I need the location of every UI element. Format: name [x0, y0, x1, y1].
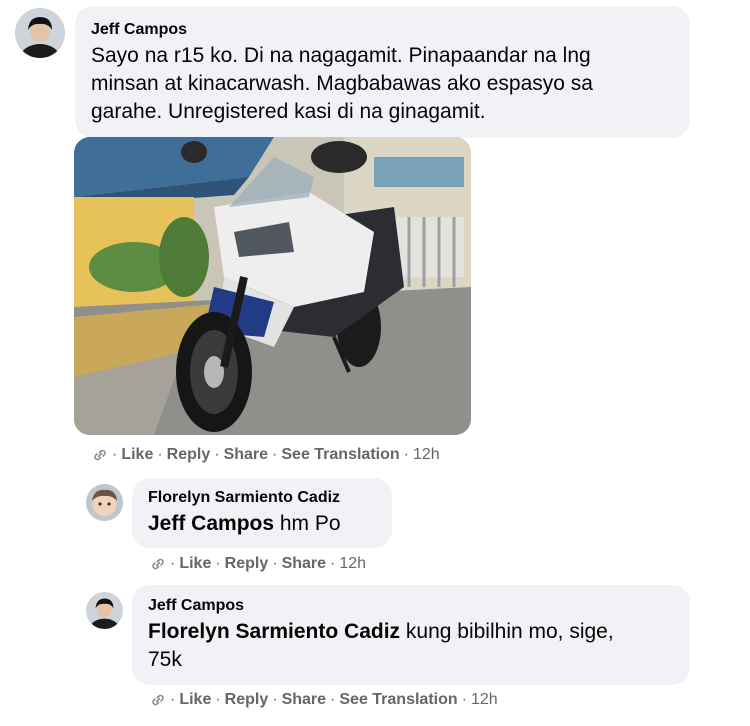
comment-text: Florelyn Sarmiento Cadiz kung bibilhin m…: [148, 618, 678, 646]
separator: ·: [272, 446, 278, 463]
reply-button[interactable]: Reply: [225, 554, 269, 574]
separator: ·: [403, 446, 409, 463]
separator: ·: [330, 691, 336, 708]
see-translation-button[interactable]: See Translation: [339, 690, 457, 710]
like-button[interactable]: Like: [121, 445, 153, 465]
separator: ·: [461, 691, 467, 708]
reply-button[interactable]: Reply: [225, 690, 269, 710]
timestamp[interactable]: 12h: [471, 690, 498, 710]
like-button[interactable]: Like: [179, 554, 211, 574]
comment-photo-motorcycle[interactable]: [74, 137, 471, 435]
separator: ·: [272, 691, 278, 708]
like-button[interactable]: Like: [179, 690, 211, 710]
reply-actions: · Like · Reply · Share · See Translation…: [150, 690, 498, 710]
timestamp[interactable]: 12h: [339, 554, 366, 574]
reply-bubble: Florelyn Sarmiento Cadiz Jeff Campos hm …: [132, 478, 392, 548]
reply-button[interactable]: Reply: [167, 445, 211, 465]
separator: ·: [170, 555, 176, 572]
comment-text-line: Sayo na r15 ko. Di na nagagamit. Pinapaa…: [91, 44, 591, 67]
separator: ·: [170, 691, 176, 708]
comment-text-line: minsan at kinacarwash. Magbabawas ako es…: [91, 72, 593, 95]
avatar-jeff-campos[interactable]: [15, 8, 65, 58]
mention-link[interactable]: Florelyn Sarmiento Cadiz: [148, 620, 400, 643]
reply-bubble: Jeff Campos Florelyn Sarmiento Cadiz kun…: [132, 585, 690, 685]
comment-bubble: Jeff Campos Sayo na r15 ko. Di na nagaga…: [75, 6, 690, 138]
separator: ·: [157, 446, 163, 463]
separator: ·: [214, 446, 220, 463]
share-button[interactable]: Share: [282, 554, 326, 574]
timestamp[interactable]: 12h: [413, 445, 440, 465]
link-icon: [150, 692, 166, 708]
comment-author[interactable]: Jeff Campos: [148, 596, 678, 616]
comment-author[interactable]: Florelyn Sarmiento Cadiz: [148, 488, 380, 508]
share-button[interactable]: Share: [224, 445, 268, 465]
comment-text-line: 75k: [148, 648, 182, 671]
comment-actions: · Like · Reply · Share · See Translation…: [92, 445, 440, 465]
comment-text-line: garahe. Unregistered kasi di na ginagami…: [91, 100, 486, 123]
share-button[interactable]: Share: [282, 690, 326, 710]
see-translation-button[interactable]: See Translation: [281, 445, 399, 465]
link-icon: [150, 556, 166, 572]
avatar-florelyn-sarmiento-cadiz[interactable]: [86, 484, 123, 521]
avatar-jeff-campos[interactable]: [86, 592, 123, 629]
comment-text-body: kung bibilhin mo, sige,: [405, 620, 614, 643]
comment-text-body: hm Po: [279, 512, 341, 535]
separator: ·: [215, 555, 221, 572]
separator: ·: [272, 555, 278, 572]
separator: ·: [215, 691, 221, 708]
separator: ·: [112, 446, 118, 463]
reply-actions: · Like · Reply · Share · 12h: [150, 554, 366, 574]
link-icon: [92, 447, 108, 463]
comment-author[interactable]: Jeff Campos: [91, 20, 678, 40]
comment-text: Jeff Campos hm Po: [148, 510, 380, 538]
separator: ·: [330, 555, 336, 572]
mention-link[interactable]: Jeff Campos: [148, 512, 274, 535]
